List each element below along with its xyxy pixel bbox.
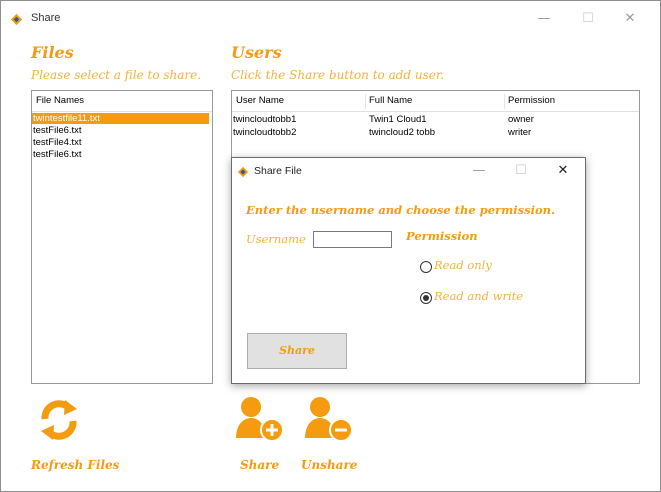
file-item[interactable]: twintestfile11.txt <box>32 113 209 124</box>
read-only-label[interactable]: Read only <box>434 258 492 272</box>
permission-cell: owner <box>508 114 534 125</box>
files-heading: Files <box>31 43 74 62</box>
username-input[interactable] <box>313 231 392 248</box>
read-and-write-label[interactable]: Read and write <box>434 289 523 303</box>
dialog-minimize-button[interactable]: — <box>469 161 489 181</box>
users-heading: Users <box>231 43 282 62</box>
user-name-column-header[interactable]: User Name <box>236 91 284 111</box>
read-only-radio[interactable] <box>420 261 432 273</box>
dialog-instruction: Enter the username and choose the permis… <box>246 203 555 217</box>
username-label: Username <box>246 232 306 246</box>
share-file-dialog: Share File — ☐ ✕ Enter the username and … <box>231 157 586 384</box>
share-window: Share — ☐ ✕ Files Please select a file t… <box>0 0 661 492</box>
dialog-title: Share File <box>254 165 302 177</box>
refresh-icon[interactable] <box>39 397 79 443</box>
file-item[interactable]: testFile6.txt <box>32 149 209 160</box>
full-name-column-header[interactable]: Full Name <box>369 91 412 111</box>
add-user-icon[interactable] <box>234 394 286 444</box>
table-row[interactable]: twincloudtobb1 Twin1 Cloud1 owner <box>232 113 639 126</box>
unshare-label[interactable]: Unshare <box>301 458 357 472</box>
permission-column-header[interactable]: Permission <box>508 91 555 111</box>
minimize-button[interactable]: — <box>534 9 554 29</box>
user-name-cell: twincloudtobb2 <box>233 127 297 138</box>
title-bar: Share — ☐ ✕ <box>1 1 660 37</box>
full-name-cell: Twin1 Cloud1 <box>369 114 427 125</box>
refresh-files-label[interactable]: Refresh Files <box>31 458 119 472</box>
files-subheading: Please select a file to share. <box>31 68 202 82</box>
close-button[interactable]: ✕ <box>620 9 640 29</box>
dialog-close-button[interactable]: ✕ <box>553 161 573 181</box>
window-title: Share <box>31 12 61 24</box>
app-logo-icon <box>10 13 23 26</box>
file-item[interactable]: testFile4.txt <box>32 137 209 148</box>
permission-cell: writer <box>508 127 532 138</box>
file-item[interactable]: testFile6.txt <box>32 125 209 136</box>
read-and-write-radio[interactable] <box>420 292 432 304</box>
share-label[interactable]: Share <box>240 458 279 472</box>
table-row[interactable]: twincloudtobb2 twincloud2 tobb writer <box>232 126 639 139</box>
users-subheading: Click the Share button to add user. <box>231 68 445 82</box>
dialog-share-button[interactable]: Share <box>247 333 347 369</box>
user-name-cell: twincloudtobb1 <box>233 114 297 125</box>
maximize-button[interactable]: ☐ <box>578 9 598 29</box>
permission-label: Permission <box>406 229 478 243</box>
file-list[interactable]: File Names twintestfile11.txt testFile6.… <box>31 90 213 384</box>
remove-user-icon[interactable] <box>303 394 355 444</box>
file-names-column-header[interactable]: File Names <box>36 91 84 111</box>
dialog-maximize-button[interactable]: ☐ <box>511 161 531 181</box>
full-name-cell: twincloud2 tobb <box>369 127 436 138</box>
dialog-app-icon <box>237 166 249 178</box>
